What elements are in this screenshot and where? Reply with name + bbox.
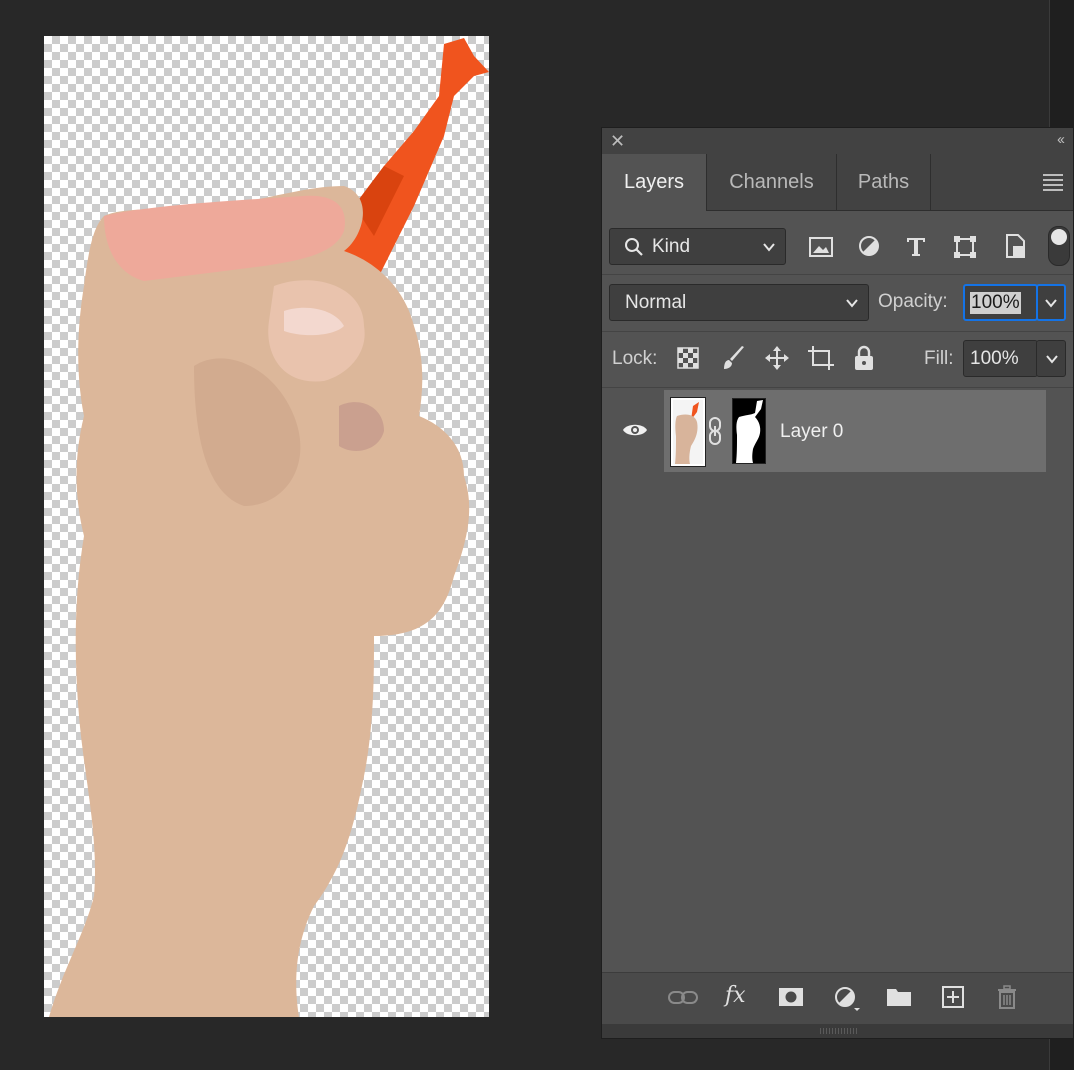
fill-label: Fill: (924, 348, 954, 369)
chevron-down-icon (1046, 354, 1058, 364)
search-icon (625, 238, 643, 256)
lock-artboard-icon[interactable] (807, 345, 835, 371)
tab-channels[interactable]: Channels (707, 154, 837, 210)
image-filter-icon[interactable] (809, 236, 833, 258)
new-group-icon[interactable] (886, 987, 912, 1007)
lock-label: Lock: (612, 348, 658, 369)
fx-icon[interactable]: fx (725, 983, 746, 1008)
fill-dropdown-button[interactable] (1036, 340, 1066, 377)
hand-with-tool-image (49, 38, 489, 1017)
tab-layers[interactable]: Layers (602, 154, 707, 211)
document-canvas[interactable] (44, 36, 489, 1017)
layers-panel: ✕ ‹‹ Layers Channels Paths Kind Normal O… (601, 127, 1074, 1039)
opacity-label: Opacity: (878, 291, 948, 312)
link-layers-icon[interactable] (668, 989, 698, 1007)
panel-resize-grip[interactable] (602, 1024, 1073, 1038)
chevron-down-icon (846, 298, 858, 308)
panel-tabs: Layers Channels Paths (602, 154, 1073, 211)
tab-paths[interactable]: Paths (837, 154, 931, 210)
panel-menu-icon[interactable] (1043, 174, 1063, 194)
opacity-dropdown-button[interactable] (1036, 284, 1066, 321)
smart-object-filter-icon[interactable] (1004, 234, 1026, 258)
layer-name[interactable]: Layer 0 (780, 421, 843, 443)
fill-value: 100% (970, 348, 1019, 369)
adjustment-filter-icon[interactable] (858, 235, 880, 257)
layer-mask-thumbnail[interactable] (732, 398, 766, 464)
lock-transparent-pixels-icon[interactable] (677, 347, 699, 369)
mask-silhouette (733, 399, 765, 463)
filter-toggle-switch[interactable] (1048, 226, 1070, 266)
eye-visibility-icon[interactable] (622, 421, 648, 439)
chevron-down-icon (763, 242, 775, 252)
lock-position-icon[interactable] (764, 345, 790, 371)
chevron-down-icon (1045, 298, 1057, 308)
fill-input[interactable]: 100% (963, 340, 1038, 377)
lock-all-icon[interactable] (854, 345, 874, 371)
close-icon[interactable]: ✕ (610, 131, 625, 152)
opacity-input[interactable]: 100% (963, 284, 1038, 321)
layer-mask-link-icon[interactable] (708, 417, 722, 445)
lock-image-pixels-icon[interactable] (722, 345, 746, 371)
panel-footer: fx (602, 972, 1073, 1025)
opacity-value: 100% (970, 292, 1021, 314)
blend-mode-value: Normal (625, 292, 687, 313)
filter-kind-value: Kind (652, 236, 691, 257)
shape-filter-icon[interactable] (953, 235, 977, 259)
filter-kind-select[interactable]: Kind (609, 228, 786, 265)
collapse-icon[interactable]: ‹‹ (1057, 131, 1065, 148)
panel-title-bar: ✕ ‹‹ (602, 128, 1073, 154)
adjustment-layer-icon[interactable] (834, 986, 860, 1012)
add-mask-icon[interactable] (778, 987, 804, 1007)
layer-thumbnail[interactable] (670, 397, 706, 467)
new-layer-icon[interactable] (942, 986, 964, 1008)
layer-image-thumbnail (673, 400, 703, 464)
delete-layer-icon[interactable] (997, 985, 1017, 1009)
type-filter-icon[interactable] (905, 235, 927, 257)
blend-mode-select[interactable]: Normal (609, 284, 869, 321)
